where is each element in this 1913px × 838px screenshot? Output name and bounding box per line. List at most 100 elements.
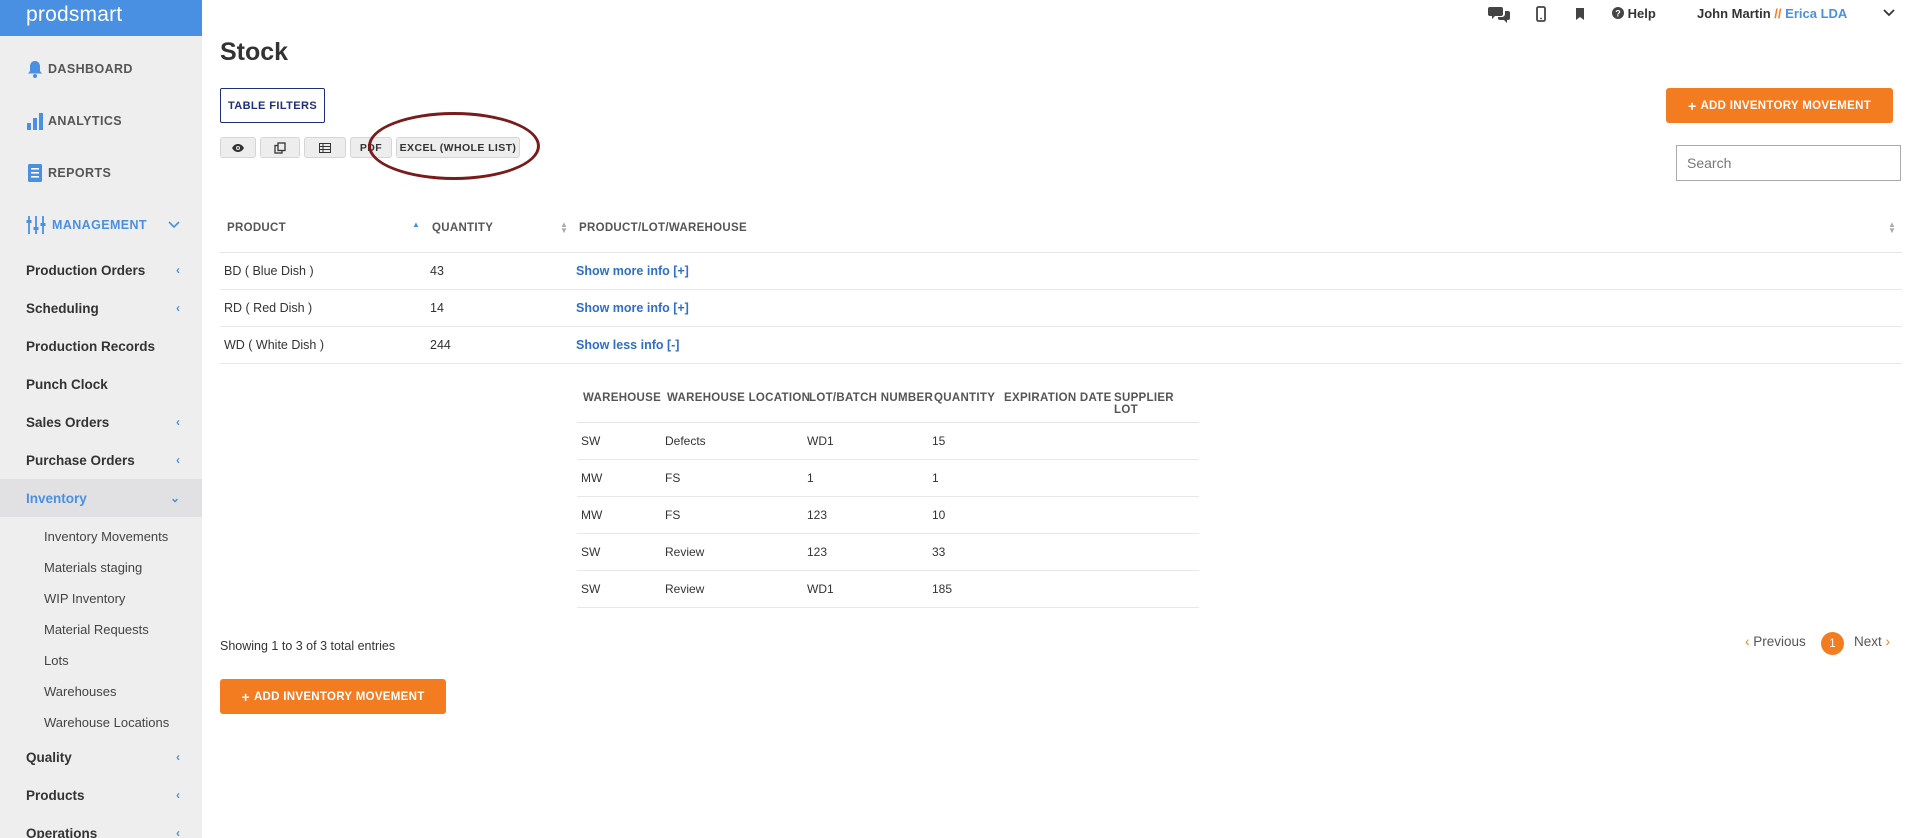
sidebar-item-punch-clock[interactable]: Punch Clock: [0, 365, 202, 403]
location-cell: FS: [665, 508, 681, 522]
user-name: John Martin: [1697, 6, 1771, 21]
warehouse-cell: MW: [581, 508, 603, 522]
sidebar-item-label: Production Records: [26, 338, 156, 354]
sidebar-sub-wip-inventory[interactable]: WIP Inventory: [0, 583, 202, 614]
table-row: WD ( White Dish ) 244 Show less info [-]: [220, 327, 1902, 364]
product-cell: BD ( Blue Dish ): [224, 264, 314, 278]
product-cell: WD ( White Dish ): [224, 338, 324, 352]
nav-dashboard[interactable]: DASHBOARD: [0, 43, 202, 95]
sidebar-item-products[interactable]: Products ‹: [0, 776, 202, 814]
quantity-cell: 43: [430, 264, 444, 278]
chevron-down-icon[interactable]: [1883, 9, 1895, 17]
lot-cell: WD1: [807, 582, 834, 596]
column-header-quantity[interactable]: QUANTITY: [432, 222, 493, 234]
show-less-info-link[interactable]: Show less info [-]: [576, 338, 679, 352]
nav-reports[interactable]: REPORTS: [0, 147, 202, 199]
sidebar: prodsmart DASHBOARD ANALYTICS REPORTS MA…: [0, 0, 202, 838]
copy-button[interactable]: [260, 137, 300, 158]
show-more-info-link[interactable]: Show more info [+]: [576, 264, 689, 278]
sidebar-item-inventory[interactable]: Inventory ⌄: [0, 479, 202, 517]
page-title: Stock: [220, 38, 289, 66]
table-icon: [319, 142, 331, 153]
user-menu[interactable]: John Martin // Erica LDA: [1697, 6, 1847, 21]
help-icon: ?: [1612, 7, 1624, 19]
location-cell: Review: [665, 545, 705, 559]
bar-chart-icon: [27, 113, 43, 130]
sort-asc-icon[interactable]: ▲: [412, 221, 420, 229]
column-visibility-button[interactable]: [220, 137, 256, 158]
add-movement-label: ADD INVENTORY MOVEMENT: [253, 690, 425, 703]
chevron-left-icon: ‹: [176, 415, 180, 429]
column-header-supplier-lot: SUPPLIER LOT: [1114, 392, 1174, 416]
page-number-button[interactable]: 1: [1821, 632, 1844, 655]
chevron-down-icon: ⌄: [169, 491, 180, 505]
sidebar-sub-materials-staging[interactable]: Materials staging: [0, 552, 202, 583]
sidebar-item-operations[interactable]: Operations ‹: [0, 814, 202, 838]
sidebar-item-label: Sales Orders: [26, 414, 110, 430]
warehouse-cell: SW: [581, 582, 601, 596]
table-row: SW Defects WD1 15: [577, 423, 1199, 460]
sidebar-item-label: Purchase Orders: [26, 452, 135, 468]
sort-icon[interactable]: ▲ ▼: [1888, 221, 1896, 235]
help-label: Help: [1627, 6, 1656, 21]
sidebar-sub-warehouses[interactable]: Warehouses: [0, 676, 202, 707]
svg-text:?: ?: [1615, 8, 1621, 18]
company-name: Erica LDA: [1785, 6, 1848, 21]
column-header-product-lot-warehouse[interactable]: PRODUCT/LOT/WAREHOUSE: [579, 222, 747, 234]
table-row: BD ( Blue Dish ) 43 Show more info [+]: [220, 253, 1902, 290]
show-more-info-link[interactable]: Show more info [+]: [576, 301, 689, 315]
table-row: SW Review WD1 185: [577, 571, 1199, 608]
location-cell: Defects: [665, 434, 706, 448]
lot-cell: 123: [807, 508, 828, 522]
sidebar-sub-lots[interactable]: Lots: [0, 645, 202, 676]
previous-page-button[interactable]: ‹ Previous: [1745, 634, 1806, 649]
quantity-cell: 33: [932, 545, 946, 559]
sidebar-item-label: Scheduling: [26, 300, 99, 316]
quantity-cell: 1: [932, 471, 939, 485]
sort-icon[interactable]: ▲ ▼: [560, 221, 568, 235]
sidebar-sub-material-requests[interactable]: Material Requests: [0, 614, 202, 645]
sidebar-item-sales-orders[interactable]: Sales Orders ‹: [0, 403, 202, 441]
quantity-cell: 185: [932, 582, 953, 596]
warehouse-cell: SW: [581, 434, 601, 448]
chevron-left-icon: ‹: [1745, 634, 1750, 649]
sidebar-item-label: Punch Clock: [26, 376, 108, 392]
sidebar-item-label: Operations: [26, 825, 98, 838]
column-header-warehouse: WAREHOUSE: [583, 392, 662, 404]
sidebar-item-production-orders[interactable]: Production Orders ‹: [0, 251, 202, 289]
sidebar-item-scheduling[interactable]: Scheduling ‹: [0, 289, 202, 327]
search-input[interactable]: [1676, 145, 1901, 181]
add-inventory-movement-button-bottom[interactable]: + ADD INVENTORY MOVEMENT: [220, 679, 446, 714]
sidebar-item-label: Production Orders: [26, 262, 146, 278]
chevron-left-icon: ‹: [176, 263, 180, 277]
sidebar-item-quality[interactable]: Quality ‹: [0, 738, 202, 776]
bookmark-icon[interactable]: [1575, 7, 1585, 21]
column-header-quantity: QUANTITY: [934, 392, 996, 404]
table-filters-button[interactable]: TABLE FILTERS: [220, 88, 325, 123]
table-row: SW Review 123 33: [577, 534, 1199, 571]
csv-button[interactable]: [304, 137, 346, 158]
sidebar-item-purchase-orders[interactable]: Purchase Orders ‹: [0, 441, 202, 479]
column-header-lot-batch: LOT/BATCH NUMBER: [809, 392, 934, 404]
next-page-button[interactable]: Next ›: [1854, 634, 1890, 649]
sidebar-item-production-records[interactable]: Production Records: [0, 327, 202, 365]
nav-analytics[interactable]: ANALYTICS: [0, 95, 202, 147]
add-inventory-movement-button[interactable]: + ADD INVENTORY MOVEMENT: [1666, 88, 1893, 123]
quantity-cell: 244: [430, 338, 451, 352]
chevron-left-icon: ‹: [176, 788, 180, 802]
detail-table-header: WAREHOUSE WAREHOUSE LOCATION LOT/BATCH N…: [577, 386, 1199, 423]
column-header-product[interactable]: PRODUCT: [227, 222, 286, 234]
table-row: MW FS 123 10: [577, 497, 1199, 534]
sidebar-item-label: Quality: [26, 749, 72, 765]
sidebar-sub-warehouse-locations[interactable]: Warehouse Locations: [0, 707, 202, 738]
mobile-icon[interactable]: [1536, 6, 1546, 22]
chat-icon[interactable]: [1488, 5, 1510, 23]
app-logo[interactable]: prodsmart: [0, 0, 202, 36]
nav-management[interactable]: MANAGEMENT: [0, 199, 202, 251]
add-movement-label: ADD INVENTORY MOVEMENT: [1700, 99, 1872, 112]
help-link[interactable]: ? Help: [1612, 6, 1656, 21]
chevron-left-icon: ‹: [176, 826, 180, 838]
chevron-left-icon: ‹: [176, 453, 180, 467]
previous-label: Previous: [1753, 634, 1806, 649]
sidebar-sub-inventory-movements[interactable]: Inventory Movements: [0, 521, 202, 552]
